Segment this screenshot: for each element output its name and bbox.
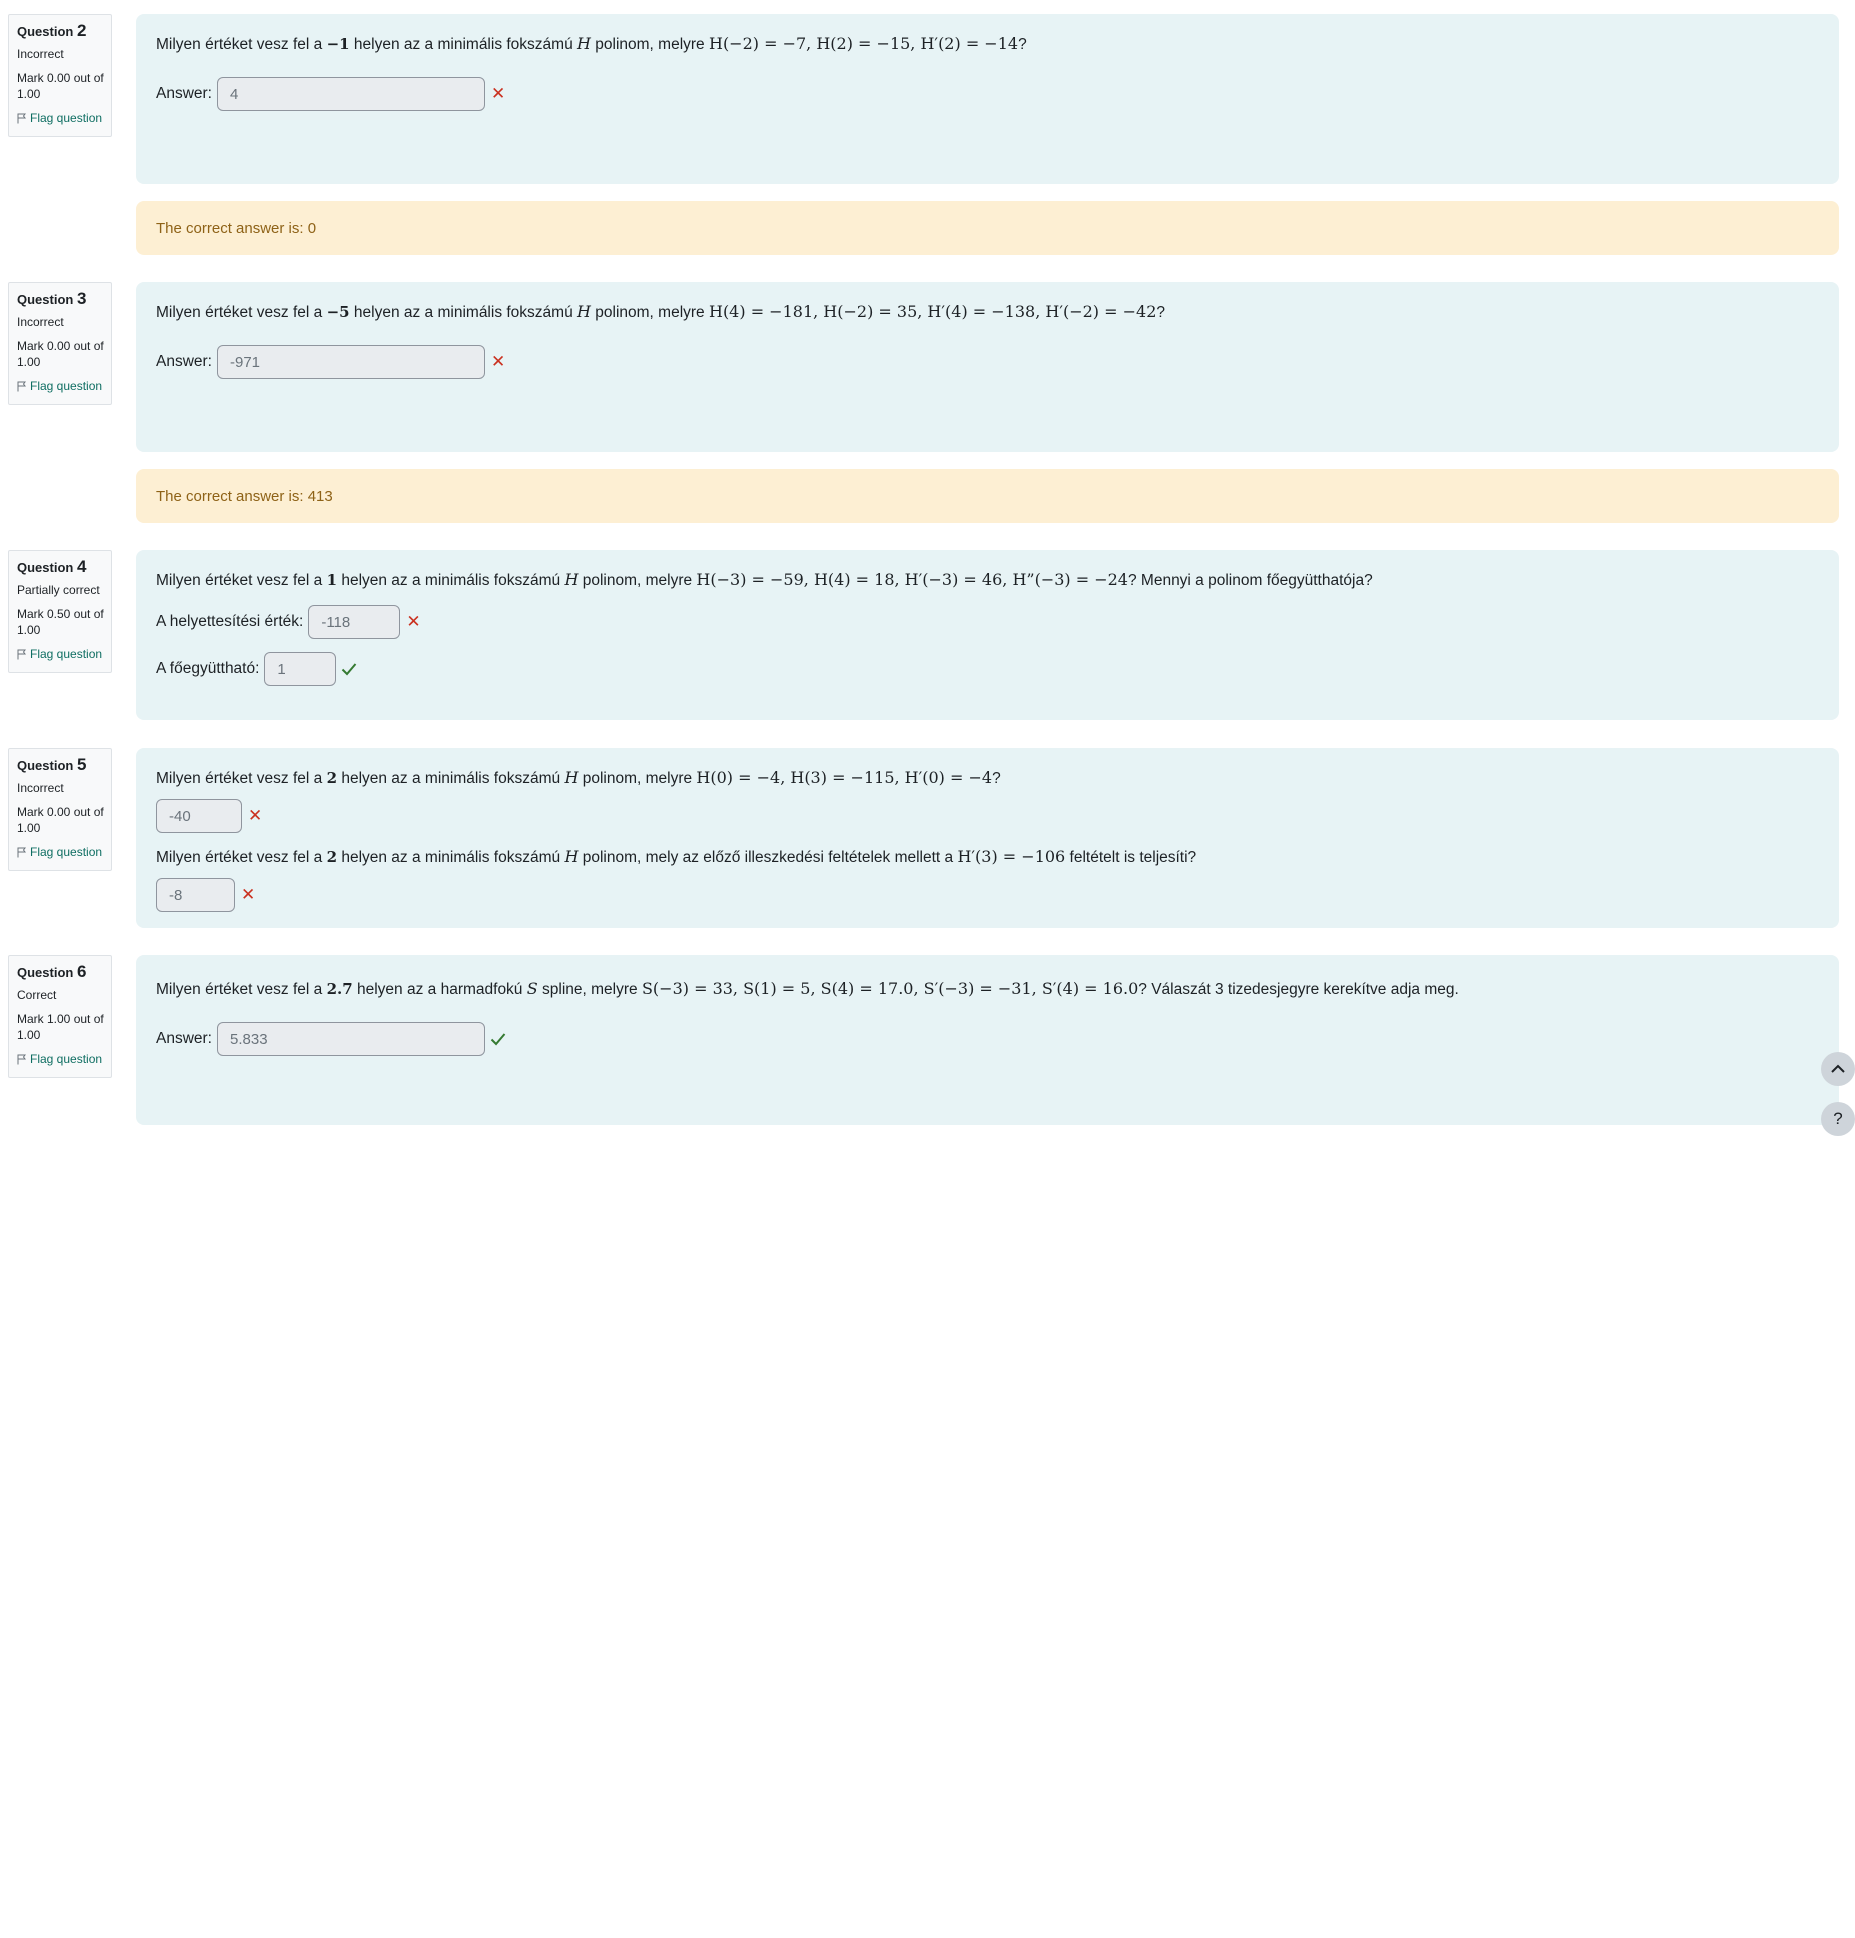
- answer-label: Answer:: [156, 85, 212, 102]
- sub-answer-label: A helyettesítési érték:: [156, 613, 304, 630]
- sub-answer-label: A főegyüttható:: [156, 660, 260, 677]
- question-info-4: Question 4 Partially correct Mark 0.50 o…: [8, 550, 112, 673]
- correct-answer-feedback-3: The correct answer is: 413: [136, 469, 1839, 523]
- question-state: Incorrect: [17, 47, 64, 61]
- flag-question-link[interactable]: Flag question: [17, 378, 111, 394]
- incorrect-icon: ✕: [248, 806, 263, 825]
- flag-question-link[interactable]: Flag question: [17, 110, 111, 126]
- question-info-3: Question 3 Incorrect Mark 0.00 out of 1.…: [8, 282, 112, 405]
- answer-input[interactable]: 5.833: [217, 1022, 485, 1056]
- answer-row: Answer: 5.833: [156, 1022, 1819, 1056]
- question-state: Incorrect: [17, 315, 64, 329]
- answer-row: Answer: -971 ✕: [156, 345, 1819, 379]
- question-mark: Mark 1.00 out of 1.00: [17, 1012, 104, 1042]
- flag-icon: [17, 381, 26, 391]
- flag-question-link[interactable]: Flag question: [17, 1051, 111, 1067]
- question-text: Milyen értéket vesz fel a 2 helyen az a …: [156, 768, 1001, 787]
- correct-icon: [490, 1033, 506, 1046]
- help-label: ?: [1833, 1109, 1843, 1128]
- incorrect-icon: ✕: [406, 612, 421, 631]
- flag-icon: [17, 1054, 26, 1064]
- incorrect-icon: ✕: [491, 352, 506, 371]
- scroll-to-top-button[interactable]: [1821, 1052, 1855, 1086]
- correct-icon: [342, 663, 357, 676]
- substitution-value-input[interactable]: -118: [308, 605, 401, 639]
- question-number: Question 3: [17, 289, 87, 308]
- question-text: Milyen értéket vesz fel a 2.7 helyen az …: [156, 979, 1459, 998]
- answer-input-1[interactable]: -40: [156, 799, 242, 833]
- question-state: Incorrect: [17, 781, 64, 795]
- question-mark: Mark 0.00 out of 1.00: [17, 339, 104, 369]
- chevron-up-icon: [1831, 1064, 1845, 1073]
- correct-answer-feedback-2: The correct answer is: 0: [136, 201, 1839, 255]
- answer-input[interactable]: 4: [217, 77, 485, 111]
- question-content-3: Milyen értéket vesz fel a −5 helyen az a…: [136, 282, 1839, 452]
- flag-icon: [17, 113, 26, 123]
- flag-icon: [17, 649, 26, 659]
- flag-question-link[interactable]: Flag question: [17, 646, 111, 662]
- question-text: Milyen értéket vesz fel a −5 helyen az a…: [156, 302, 1165, 321]
- question-number: Question 2: [17, 21, 87, 40]
- question-state: Correct: [17, 988, 57, 1002]
- sub-answer-row-value: A helyettesítési érték: -118 ✕: [156, 605, 1819, 639]
- help-button[interactable]: ?: [1821, 1102, 1855, 1136]
- answer-label: Answer:: [156, 1030, 212, 1047]
- question-text-2: Milyen értéket vesz fel a 2 helyen az a …: [156, 847, 1197, 866]
- answer-input-2[interactable]: -8: [156, 878, 235, 912]
- question-info-5: Question 5 Incorrect Mark 0.00 out of 1.…: [8, 748, 112, 871]
- answer-input[interactable]: -971: [217, 345, 485, 379]
- question-mark: Mark 0.50 out of 1.00: [17, 607, 104, 637]
- flag-icon: [17, 847, 26, 857]
- question-text: Milyen értéket vesz fel a −1 helyen az a…: [156, 34, 1027, 53]
- question-content-2: Milyen értéket vesz fel a −1 helyen az a…: [136, 14, 1839, 184]
- incorrect-icon: ✕: [491, 84, 506, 103]
- question-info-6: Question 6 Correct Mark 1.00 out of 1.00…: [8, 955, 112, 1078]
- sub-answer-row-coefficient: A főegyüttható: 1: [156, 652, 1819, 686]
- question-content-6: Milyen értéket vesz fel a 2.7 helyen az …: [136, 955, 1839, 1125]
- question-state: Partially correct: [17, 583, 100, 597]
- answer-label: Answer:: [156, 353, 212, 370]
- leading-coefficient-input[interactable]: 1: [264, 652, 337, 686]
- answer-row-2: -8 ✕: [156, 878, 1819, 912]
- question-mark: Mark 0.00 out of 1.00: [17, 805, 104, 835]
- question-text: Milyen értéket vesz fel a 1 helyen az a …: [156, 570, 1373, 589]
- question-info-2: Question 2 Incorrect Mark 0.00 out of 1.…: [8, 14, 112, 137]
- question-mark: Mark 0.00 out of 1.00: [17, 71, 104, 101]
- question-content-5: Milyen értéket vesz fel a 2 helyen az a …: [136, 748, 1839, 928]
- question-number: Question 5: [17, 755, 87, 774]
- incorrect-icon: ✕: [241, 885, 256, 904]
- answer-row: Answer: 4 ✕: [156, 77, 1819, 111]
- answer-row: -40 ✕: [156, 799, 1819, 833]
- question-number: Question 4: [17, 557, 87, 576]
- question-number: Question 6: [17, 962, 87, 981]
- question-content-4: Milyen értéket vesz fel a 1 helyen az a …: [136, 550, 1839, 720]
- flag-question-link[interactable]: Flag question: [17, 844, 111, 860]
